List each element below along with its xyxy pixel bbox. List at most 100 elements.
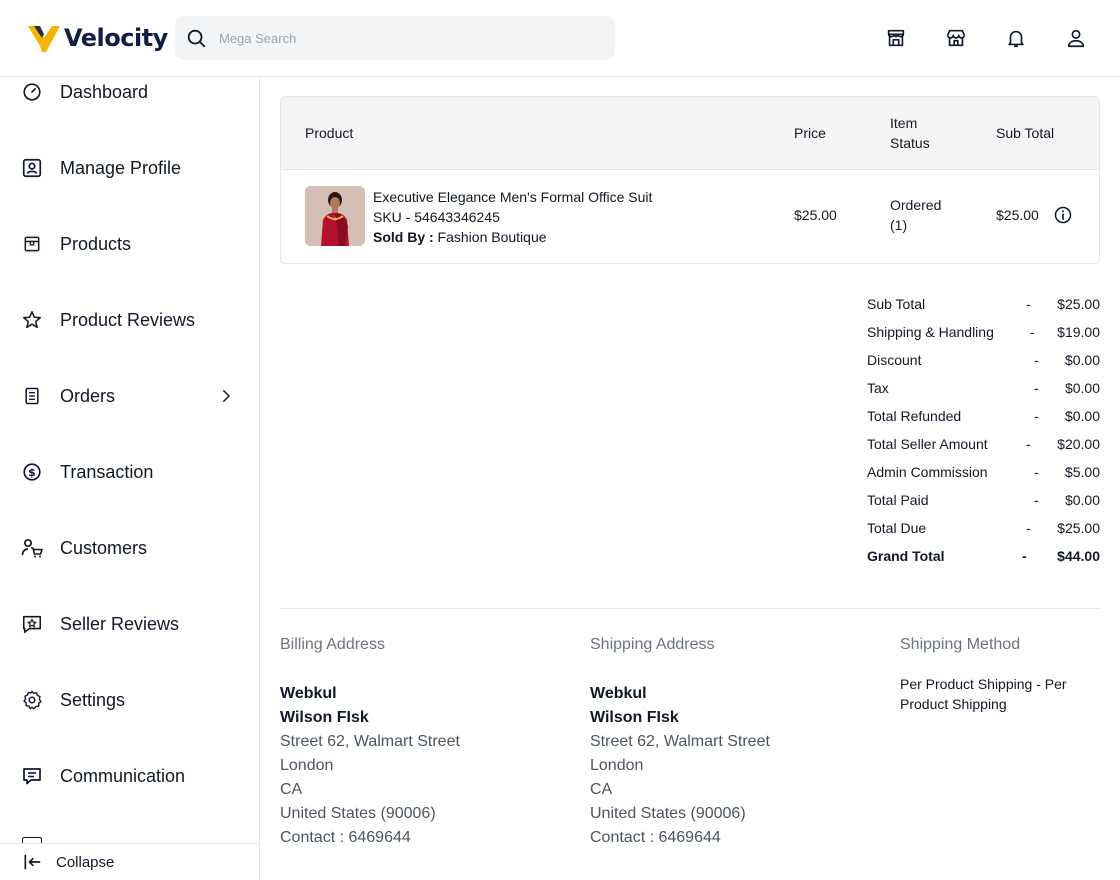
totals-row: Total Paid - $0.00 — [867, 492, 1100, 512]
totals-label: Shipping & Handling — [867, 324, 994, 340]
product-name[interactable]: Executive Elegance Men's Formal Office S… — [373, 187, 652, 207]
totals-label: Admin Commission — [867, 464, 988, 480]
grand-total-row: Grand Total - $44.00 — [867, 548, 1100, 568]
user-icon[interactable] — [1062, 24, 1090, 52]
shipping-company: Webkul — [590, 685, 647, 702]
sidebar-item-seller-reviews[interactable]: Seller Reviews — [0, 604, 259, 644]
shipping-method-value: Per Product Shipping - Per Product Shipp… — [900, 676, 1067, 712]
sidebar-item-orders[interactable]: Orders — [0, 376, 259, 416]
totals-separator: - — [1034, 352, 1039, 368]
sidebar-item-label: Dashboard — [60, 81, 149, 102]
sidebar-item-label: Transaction — [60, 461, 154, 482]
search-input[interactable] — [219, 16, 599, 60]
sidebar-item-communication[interactable]: Communication — [0, 756, 259, 796]
order-items-table: Product Price Item Status Sub Total Exec… — [280, 96, 1100, 264]
shipping-street: Street 62, Walmart Street — [590, 733, 770, 750]
totals-row: Shipping & Handling - $19.00 — [867, 324, 1100, 344]
sidebar-item-label: Communication — [60, 765, 186, 786]
shipping-state: CA — [590, 781, 613, 798]
shipping-name: Wilson FIsk — [590, 709, 679, 726]
section-divider — [280, 608, 1100, 609]
search-bar[interactable] — [175, 16, 615, 60]
review-star-icon — [20, 612, 44, 636]
shipping-method-title: Shipping Method — [900, 636, 1021, 653]
totals-row: Tax - $0.00 — [867, 380, 1100, 400]
shipping-address: Shipping Address Webkul Wilson FIsk Stre… — [590, 634, 890, 850]
totals-value: $5.00 — [1064, 464, 1100, 480]
billing-address: Billing Address Webkul Wilson FIsk Stree… — [280, 634, 580, 850]
sidebar-item-transaction[interactable]: $ Transaction — [0, 452, 259, 492]
totals-row: Sub Total - $25.00 — [867, 296, 1100, 316]
billing-state: CA — [280, 781, 303, 798]
totals-label: Discount — [867, 352, 922, 368]
item-sub-total: $25.00 — [996, 207, 1039, 223]
totals-separator: - — [1026, 436, 1031, 452]
sidebar-item-products[interactable]: Products — [0, 224, 259, 264]
totals-label: Sub Total — [867, 296, 926, 312]
box-icon — [20, 232, 44, 256]
grand-total-value: $44.00 — [1057, 548, 1100, 564]
sidebar-item-label: Settings — [60, 689, 126, 710]
collapse-label: Collapse — [56, 853, 115, 871]
sidebar-item-label: Products — [60, 233, 132, 254]
totals-value: $20.00 — [1057, 436, 1100, 452]
totals-row: Total Refunded - $0.00 — [867, 408, 1100, 428]
sidebar-item-customers[interactable]: Customers — [0, 528, 259, 568]
chevron-right-icon[interactable] — [214, 384, 238, 408]
table-header: Product Price Item Status Sub Total — [281, 97, 1099, 170]
star-icon — [20, 308, 44, 332]
product-thumbnail[interactable] — [305, 186, 365, 246]
totals-value: $25.00 — [1057, 520, 1100, 536]
totals-separator: - — [1030, 324, 1035, 340]
sidebar: Dashboard Manage Profile Products Produc… — [0, 77, 260, 880]
sidebar-item-settings[interactable]: Settings — [0, 680, 259, 720]
totals-row: Total Seller Amount - $20.00 — [867, 436, 1100, 456]
billing-company: Webkul — [280, 685, 337, 702]
app-name: Velocity — [64, 24, 168, 52]
profile-card-icon — [20, 156, 44, 180]
item-status: Ordered — [890, 197, 942, 213]
bell-icon[interactable] — [1002, 24, 1030, 52]
billing-country: United States (90006) — [280, 805, 436, 822]
shipping-address-title: Shipping Address — [590, 636, 715, 653]
info-icon[interactable] — [1053, 205, 1073, 225]
column-header-product: Product — [305, 125, 354, 141]
shop-icon[interactable] — [942, 24, 970, 52]
sold-by-label: Sold By : — [373, 229, 434, 245]
totals-value: $0.00 — [1064, 408, 1100, 424]
totals-row: Total Due - $25.00 — [867, 520, 1100, 540]
column-header-sub-total: Sub Total — [996, 125, 1055, 141]
gear-icon — [20, 688, 44, 712]
velocity-logo-mark-icon — [28, 26, 60, 52]
product-sold-by: Sold By : Fashion Boutique — [373, 227, 547, 247]
sidebar-item-label: Manage Profile — [60, 157, 182, 178]
collapse-button[interactable]: Collapse — [0, 843, 259, 880]
storefront-icon[interactable] — [882, 24, 910, 52]
sold-by-value: Fashion Boutique — [433, 229, 547, 245]
column-header-item-status: Item — [890, 115, 918, 131]
billing-name: Wilson FIsk — [280, 709, 369, 726]
totals-label: Grand Total — [867, 548, 945, 564]
totals-separator: - — [1026, 296, 1031, 312]
totals-value: $0.00 — [1064, 352, 1100, 368]
gauge-icon — [20, 80, 44, 104]
billing-street: Street 62, Walmart Street — [280, 733, 460, 750]
billing-city: London — [280, 757, 334, 774]
velocity-logo[interactable]: Velocity — [28, 22, 168, 54]
column-header-price: Price — [794, 125, 826, 141]
totals-separator: - — [1034, 492, 1039, 508]
totals-separator: - — [1034, 408, 1039, 424]
sidebar-item-dashboard[interactable]: Dashboard — [0, 77, 259, 112]
sidebar-item-label: Orders — [60, 385, 116, 406]
sidebar-item-manage-profile[interactable]: Manage Profile — [0, 148, 259, 188]
sidebar-item-label: Product Reviews — [60, 309, 196, 330]
sidebar-item-product-reviews[interactable]: Product Reviews — [0, 300, 259, 340]
totals-label: Total Due — [867, 520, 927, 536]
shipping-method: Shipping Method Per Product Shipping - P… — [900, 634, 1100, 714]
shipping-contact: Contact : 6469644 — [590, 829, 721, 846]
totals-label: Total Refunded — [867, 408, 962, 424]
totals-row: Discount - $0.00 — [867, 352, 1100, 372]
search-icon — [187, 29, 206, 48]
totals-value: $0.00 — [1064, 492, 1100, 508]
totals-separator: - — [1034, 464, 1039, 480]
